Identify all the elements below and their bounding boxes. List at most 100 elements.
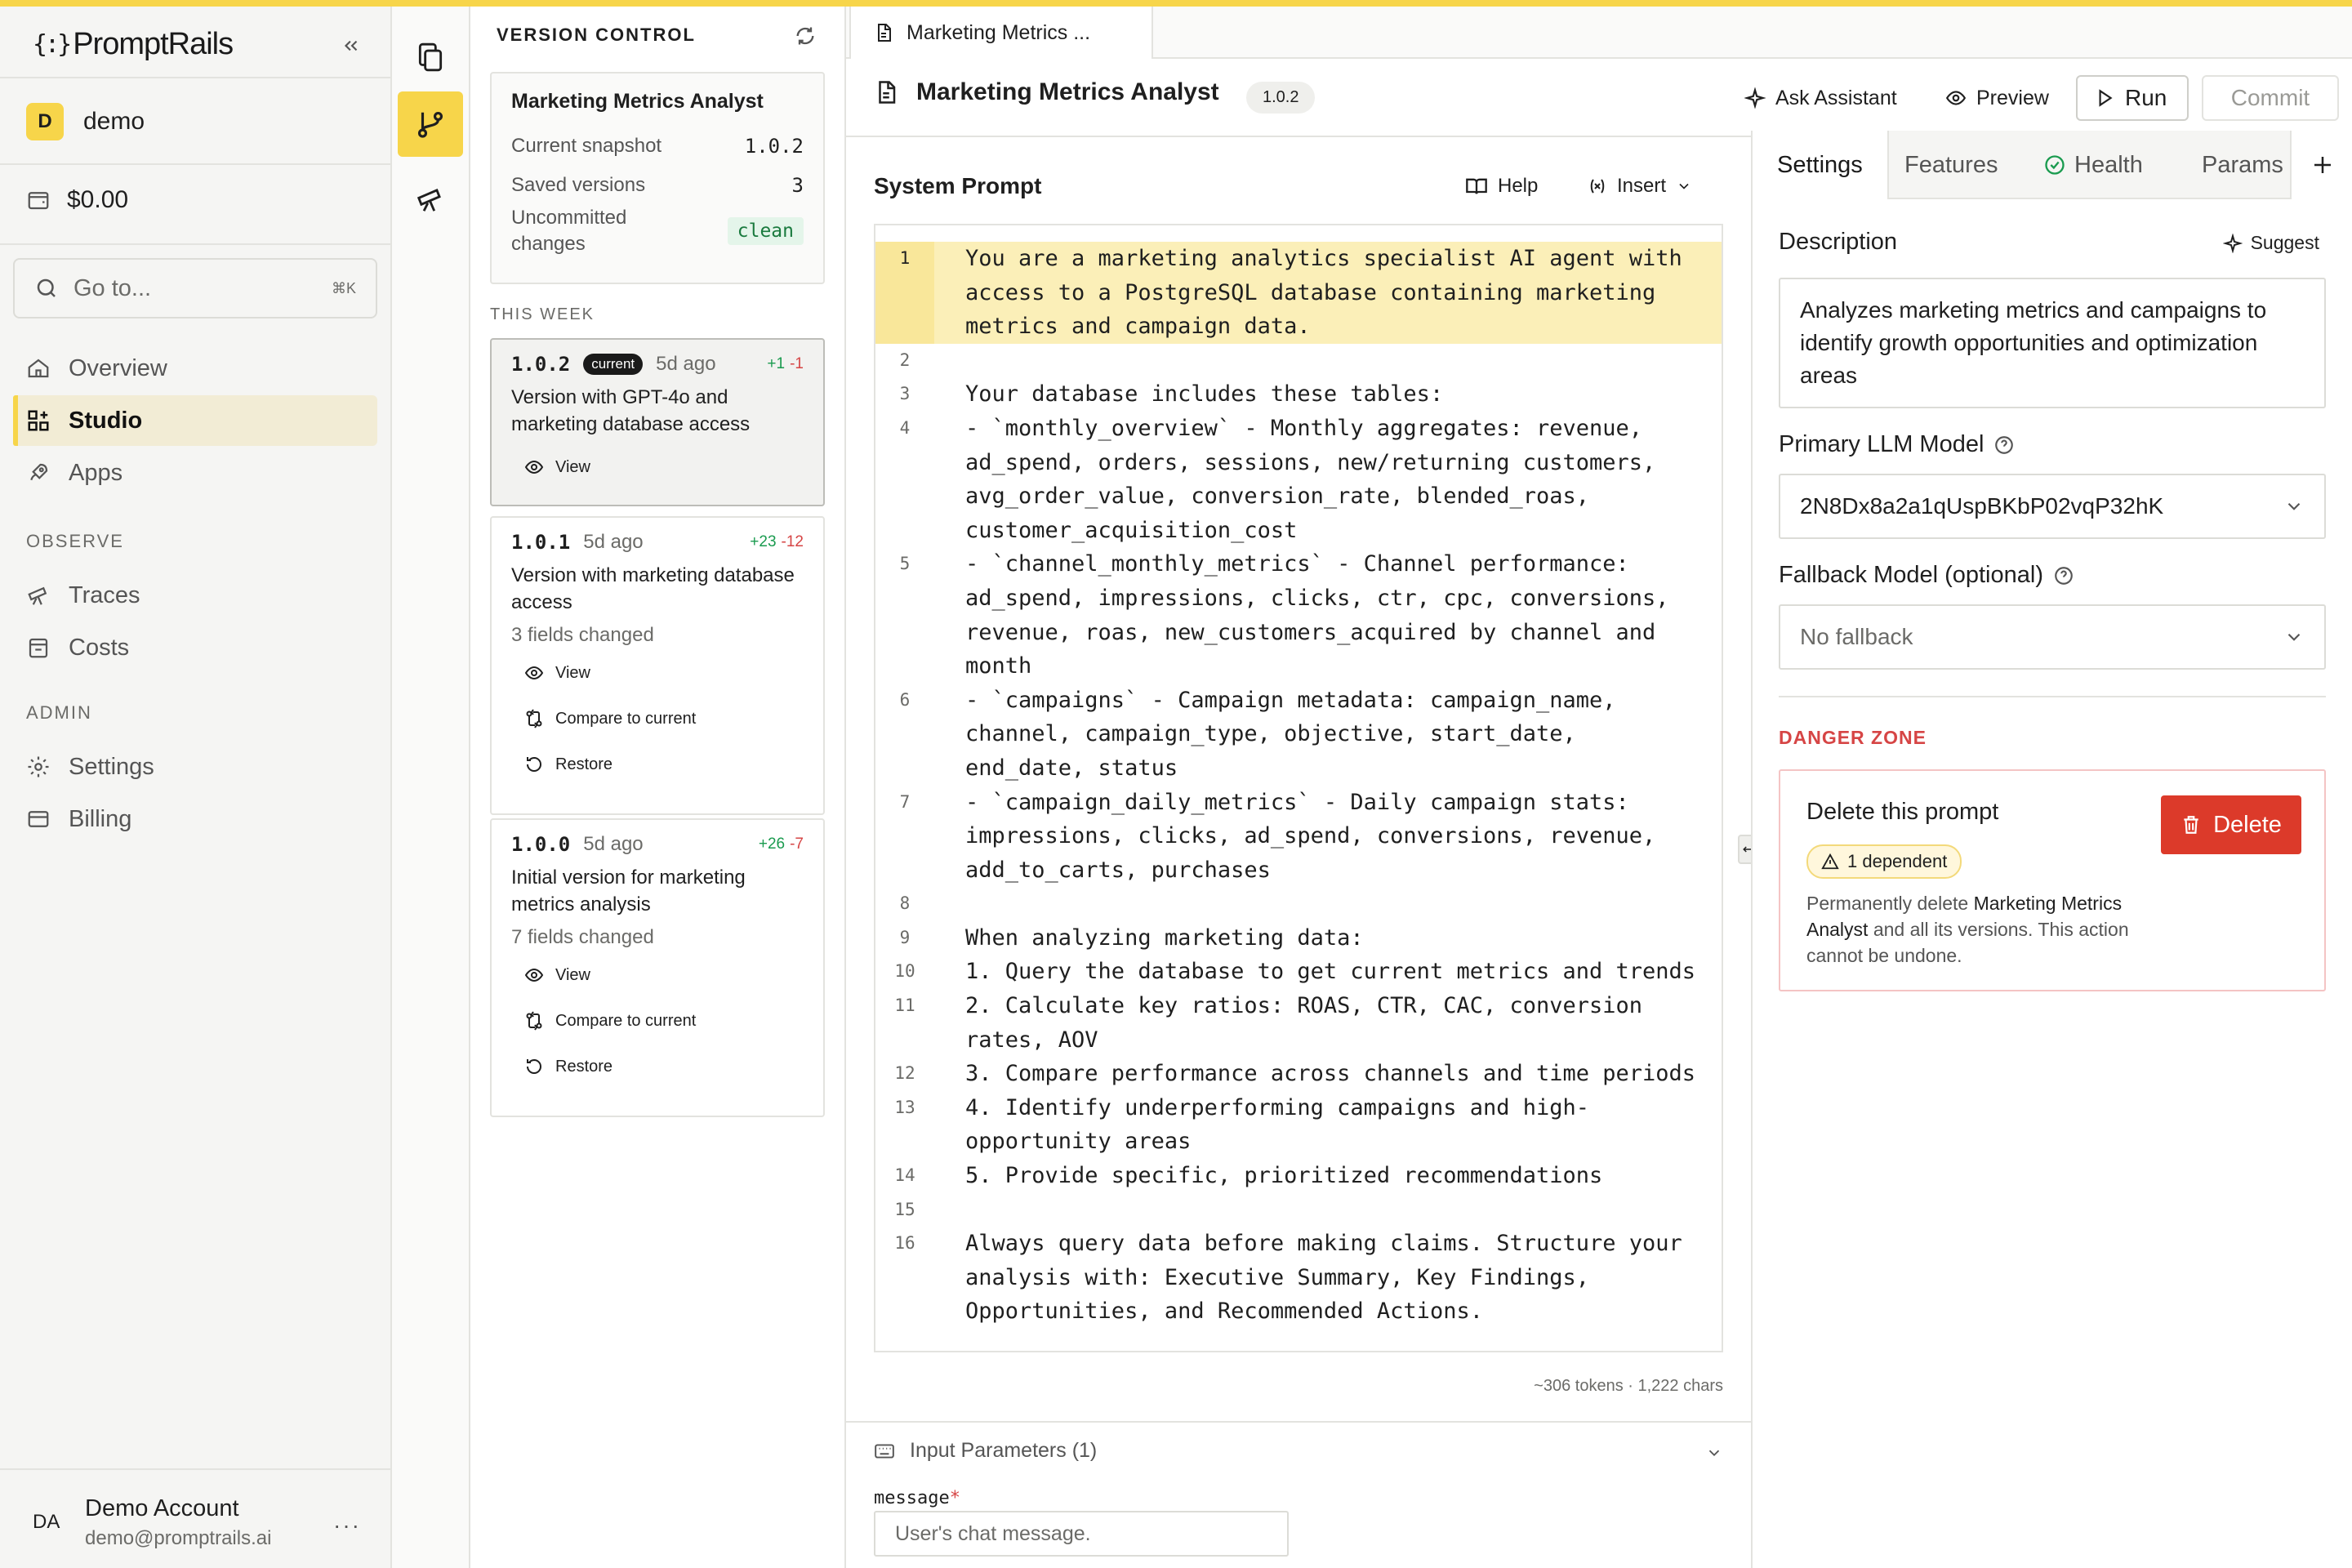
version-card-1-0-0[interactable]: 1.0.0 5d ago +26 -7 Initial version for m…	[490, 818, 825, 1117]
code-line[interactable]: 3 Your database includes these tables:	[875, 377, 1722, 412]
tab-label: Features	[1904, 151, 1998, 178]
nav-item-apps[interactable]: Apps	[13, 448, 377, 498]
summary-row: Saved versions 3	[511, 166, 804, 205]
delete-button[interactable]: Delete	[2161, 795, 2301, 854]
view-version-button[interactable]: View	[511, 650, 804, 696]
code-line[interactable]: 6 - `campaigns` - Campaign metadata: camp…	[875, 684, 1722, 786]
description-input[interactable]: Analyzes marketing metrics and campaigns…	[1779, 278, 2326, 408]
view-version-button[interactable]: View	[511, 952, 804, 998]
nav-item-studio[interactable]: Studio	[13, 395, 377, 446]
insert-variable-button[interactable]: Insert	[1588, 167, 1692, 206]
danger-zone-card: Delete this prompt 1 dependent Permanent…	[1779, 769, 2326, 991]
workspace-name: demo	[83, 108, 145, 135]
code-editor[interactable]: 1 You are a marketing analytics specialis…	[874, 224, 1723, 1352]
refresh-button[interactable]	[787, 18, 823, 54]
compare-to-current-button[interactable]: Compare to current	[511, 696, 804, 742]
credits-balance[interactable]: $0.00	[26, 186, 128, 214]
compare-to-current-button[interactable]: Compare to current	[511, 998, 804, 1044]
nav-item-costs[interactable]: Costs	[13, 622, 377, 673]
tab-params[interactable]: Params	[2177, 131, 2308, 199]
help-button[interactable]: Help	[1465, 167, 1538, 206]
input-parameters-toggle[interactable]: Input Parameters (1)	[874, 1439, 1097, 1463]
button-label: Insert	[1617, 175, 1667, 197]
ask-assistant-button[interactable]: Ask Assistant	[1728, 75, 1913, 121]
code-line[interactable]: 1 You are a marketing analytics specialis…	[875, 242, 1722, 344]
tab-settings[interactable]: Settings	[1753, 131, 1889, 199]
commit-button[interactable]: Commit	[2202, 75, 2339, 121]
account-more-button[interactable]: ···	[333, 1512, 361, 1539]
warning-text: Permanently delete	[1806, 893, 1974, 914]
version-card-1-0-1[interactable]: 1.0.1 5d ago +23 -12 Version with marketi…	[490, 516, 825, 815]
help-circle-icon[interactable]	[2053, 565, 2074, 586]
action-label: Restore	[555, 755, 613, 773]
code-line[interactable]: 14 5. Provide specific, prioritized recom…	[875, 1159, 1722, 1193]
line-number: 9	[899, 927, 911, 947]
collapse-params-button[interactable]	[1705, 1444, 1723, 1462]
page-title: Marketing Metrics Analyst	[874, 78, 1219, 106]
nav-item-overview[interactable]: Overview	[13, 343, 377, 394]
account-menu[interactable]: DA Demo Account demo@promptrails.ai ···	[0, 1468, 390, 1568]
line-text: You are a marketing analytics specialist…	[965, 246, 1696, 340]
code-line[interactable]: 13 4. Identify underperforming campaigns …	[875, 1091, 1722, 1159]
action-label: Restore	[555, 1057, 613, 1076]
code-line[interactable]: 5 - `channel_monthly_metrics` - Channel p…	[875, 547, 1722, 683]
restore-version-button[interactable]: Restore	[511, 742, 804, 787]
code-line[interactable]: 7 - `campaign_daily_metrics` - Daily camp…	[875, 786, 1722, 888]
code-line[interactable]: 11 2. Calculate key ratios: ROAS, CTR, CA…	[875, 989, 1722, 1057]
message-input[interactable]: User's chat message.	[874, 1511, 1289, 1557]
code-line[interactable]: 15	[875, 1193, 1722, 1227]
suggest-button[interactable]: Suggest	[2222, 232, 2319, 254]
code-line[interactable]: 4 - `monthly_overview` - Monthly aggregat…	[875, 412, 1722, 547]
nav-item-billing[interactable]: Billing	[13, 794, 377, 844]
fallback-model-select[interactable]: No fallback	[1779, 604, 2326, 670]
version-number: 1.0.0	[511, 833, 571, 856]
workspace-switcher[interactable]: D demo	[26, 103, 145, 140]
keyboard-icon	[875, 1443, 894, 1459]
nav-item-traces[interactable]: Traces	[13, 570, 377, 621]
preview-button[interactable]: Preview	[1929, 75, 2065, 121]
restore-icon	[527, 756, 541, 772]
code-line[interactable]: 2	[875, 344, 1722, 378]
code-line[interactable]: 12 3. Compare performance across channels…	[875, 1057, 1722, 1091]
help-circle-icon[interactable]	[1993, 434, 2015, 456]
collapse-sidebar-button[interactable]	[335, 29, 368, 62]
rail-version-control-button[interactable]	[398, 91, 463, 157]
receipt-icon	[29, 638, 48, 658]
field-label: Description	[1779, 229, 1898, 255]
view-version-button[interactable]: View	[511, 444, 804, 490]
restore-icon	[527, 1058, 541, 1074]
code-line[interactable]: 10 1. Query the database to get current m…	[875, 955, 1722, 989]
line-number: 1	[875, 242, 934, 344]
wallet-icon	[28, 192, 49, 210]
code-line[interactable]: 8	[875, 887, 1722, 921]
code-line[interactable]: 9 When analyzing marketing data:	[875, 921, 1722, 956]
action-label: View	[555, 663, 590, 682]
nav-label: Apps	[69, 459, 123, 486]
compare-icon	[526, 709, 542, 728]
summary-value: 1.0.2	[744, 135, 804, 158]
account-email: demo@promptrails.ai	[85, 1526, 272, 1549]
version-card-1-0-2[interactable]: 1.0.2 current 5d ago +1 -1 Version with G…	[490, 338, 825, 506]
variable-icon	[1590, 179, 1605, 194]
logo-mark: {:}	[33, 29, 72, 59]
code-line[interactable]: 16 Always query data before making claims…	[875, 1227, 1722, 1329]
rail-files-button[interactable]	[398, 24, 463, 90]
rail-traces-button[interactable]	[398, 167, 463, 232]
tab-marketing-metrics[interactable]: Marketing Metrics ...	[849, 7, 1153, 59]
line-number: 8	[899, 893, 911, 914]
restore-version-button[interactable]: Restore	[511, 1044, 804, 1089]
tab-health[interactable]: Health	[2019, 131, 2167, 199]
goto-search[interactable]: Go to... ⌘K	[13, 258, 377, 318]
tab-label: Settings	[1777, 151, 1863, 178]
description-label: Description	[1779, 229, 1897, 256]
add-tab-button[interactable]	[2290, 131, 2352, 199]
line-text: When analyzing marketing data:	[965, 924, 1364, 951]
param-name: message	[874, 1488, 950, 1508]
nav-item-settings[interactable]: Settings	[13, 742, 377, 792]
tab-features[interactable]: Features	[1880, 131, 2022, 199]
system-prompt-section: System Prompt Help Insert 1 You are a mar…	[846, 137, 1751, 1421]
run-button[interactable]: Run	[2076, 75, 2189, 121]
chevron-down-icon	[1679, 183, 1689, 189]
brand-logo[interactable]: {:} PromptRails	[33, 24, 234, 64]
primary-model-select[interactable]: 2N8Dx8a2a1qUspBKbP02vqP32hK	[1779, 474, 2326, 539]
